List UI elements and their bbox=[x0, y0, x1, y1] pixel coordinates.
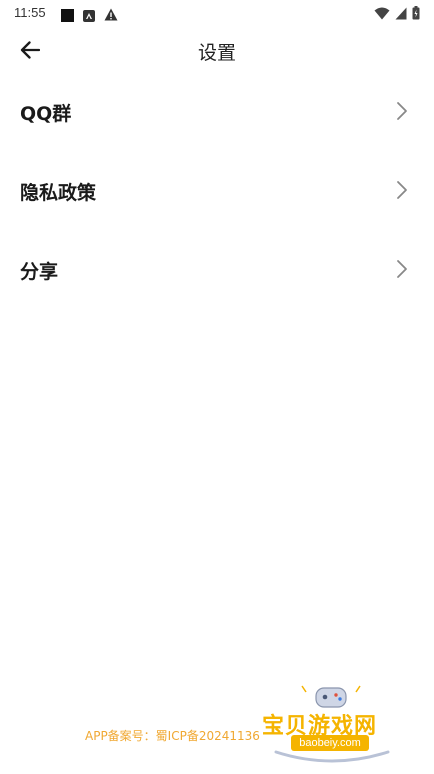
chevron-right-icon bbox=[397, 260, 407, 278]
settings-item-share[interactable]: 分享 bbox=[0, 232, 434, 311]
app-bar: 设置 bbox=[0, 28, 434, 72]
status-icons-left bbox=[61, 6, 118, 25]
app-filing-number: APP备案号：蜀ICP备20241136 bbox=[85, 729, 260, 743]
signal-icon bbox=[395, 5, 407, 24]
wifi-icon bbox=[374, 5, 390, 24]
arrow-left-icon bbox=[20, 41, 40, 59]
settings-item-label: 隐私政策 bbox=[20, 182, 97, 204]
chevron-right-icon bbox=[397, 102, 407, 120]
page-title: 设置 bbox=[197, 42, 236, 64]
settings-list: QQ群 隐私政策 分享 bbox=[0, 74, 434, 311]
settings-item-label: 分享 bbox=[20, 261, 59, 283]
status-time: 11:55 bbox=[14, 5, 46, 20]
settings-item-qq-group[interactable]: QQ群 bbox=[0, 74, 434, 153]
status-icons-right bbox=[374, 5, 420, 24]
warning-icon bbox=[104, 6, 118, 25]
back-button[interactable] bbox=[16, 37, 44, 63]
watermark: 宝贝游戏网 baobeiy.com bbox=[258, 682, 408, 770]
app-a-icon bbox=[83, 9, 95, 22]
chevron-right-icon bbox=[397, 181, 407, 199]
notification-square-icon bbox=[61, 9, 74, 22]
status-bar: 11:55 bbox=[0, 0, 434, 26]
battery-icon bbox=[412, 5, 420, 24]
settings-item-privacy-policy[interactable]: 隐私政策 bbox=[0, 153, 434, 232]
settings-item-label: QQ群 bbox=[20, 103, 72, 125]
watermark-swoosh bbox=[274, 750, 390, 763]
